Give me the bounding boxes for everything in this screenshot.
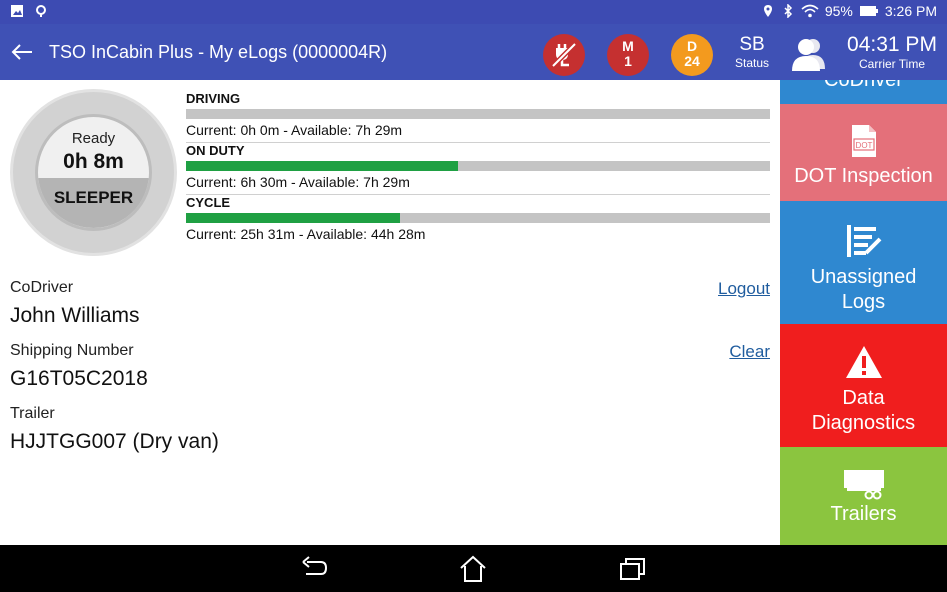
driver-avatar-icon[interactable] xyxy=(789,35,829,73)
app-screen: 95% 3:26 PM TSO InCabin Plus - My eLogs … xyxy=(0,0,947,592)
carrier-time: 04:31 PM Carrier Time xyxy=(840,33,944,71)
diagnostic-letter: D xyxy=(686,38,698,54)
dot-inspection-label: DOT Inspection xyxy=(794,165,933,187)
logout-link[interactable]: Logout xyxy=(718,279,770,299)
unassigned-logs-tile[interactable]: Unassigned Logs xyxy=(780,201,947,324)
codriver-field: CoDriver John Williams Logout xyxy=(10,279,770,328)
carrier-time-value: 04:31 PM xyxy=(847,33,937,56)
data-diagnostics-label-1: Data xyxy=(842,387,885,409)
clock-detail: Current: 0h 0m - Available: 7h 29m xyxy=(186,122,403,138)
data-diagnostics-label-2: Diagnostics xyxy=(811,412,916,434)
side-menu: CoDriver DOT DOT Inspection Unassigned L… xyxy=(780,80,947,545)
dial-status: SLEEPER xyxy=(38,178,149,228)
duty-status-value: SB xyxy=(739,34,765,55)
location-icon xyxy=(763,5,772,17)
carrier-time-label: Carrier Time xyxy=(858,57,925,71)
codriver-tile-label: CoDriver xyxy=(824,80,903,91)
battery-icon xyxy=(859,6,878,16)
diagnostic-badge[interactable]: D 24 xyxy=(671,34,713,76)
trailer-icon xyxy=(843,470,884,500)
shipping-number-value: G16T05C2018 xyxy=(10,367,148,390)
image-icon xyxy=(11,5,23,17)
nav-recent-apps-icon[interactable] xyxy=(617,555,647,583)
dial-face: Ready 0h 8m SLEEPER xyxy=(35,114,152,231)
malfunction-count: 1 xyxy=(624,53,632,69)
page-title: TSO InCabin Plus - My eLogs (0000004R) xyxy=(49,42,388,62)
duty-status-button[interactable]: SB Status xyxy=(733,34,771,70)
unassigned-logs-label-2: Logs xyxy=(841,291,886,313)
trailers-tile[interactable]: Trailers xyxy=(780,447,947,545)
dot-icon-text: DOT xyxy=(855,141,872,150)
dial-ready-label: Ready xyxy=(71,130,116,147)
clock-progress-bar xyxy=(186,161,770,171)
battery-percent: 95% xyxy=(824,3,853,19)
navigation-bar xyxy=(0,545,947,592)
trailer-field: Trailer HJJTGG007 (Dry van) xyxy=(10,405,770,454)
clock-on-duty: ON DUTY Current: 6h 30m - Available: 7h … xyxy=(186,143,770,195)
clock-title: DRIVING xyxy=(186,91,241,106)
connection-status-button[interactable] xyxy=(543,34,585,76)
malfunction-letter: M xyxy=(622,38,634,54)
hos-clocks: DRIVING Current: 0h 0m - Available: 7h 2… xyxy=(186,91,770,247)
clock-driving: DRIVING Current: 0h 0m - Available: 7h 2… xyxy=(186,91,770,143)
clock-progress-bar xyxy=(186,109,770,119)
back-arrow-icon[interactable] xyxy=(10,38,34,66)
clock-cycle: CYCLE Current: 25h 31m - Available: 44h … xyxy=(186,195,770,247)
app-bar: TSO InCabin Plus - My eLogs (0000004R) M… xyxy=(0,24,947,80)
dial-time: 0h 8m xyxy=(63,150,124,173)
wifi-icon xyxy=(801,4,819,18)
unassigned-logs-label-1: Unassigned xyxy=(810,266,917,288)
trailers-label: Trailers xyxy=(830,503,897,525)
codriver-value: John Williams xyxy=(10,304,140,327)
logs-list-icon xyxy=(846,225,881,257)
clock-detail: Current: 25h 31m - Available: 44h 28m xyxy=(186,226,426,242)
clock-time: 3:26 PM xyxy=(884,3,937,19)
location-pin-icon xyxy=(36,5,46,17)
clock-progress-fill xyxy=(186,161,458,171)
trailer-label: Trailer xyxy=(10,405,55,422)
malfunction-badge[interactable]: M 1 xyxy=(607,34,649,76)
dot-document-icon: DOT xyxy=(851,125,876,157)
data-diagnostics-tile[interactable]: Data Diagnostics xyxy=(780,324,947,447)
clock-progress-bar xyxy=(186,213,770,223)
duty-status-label: Status xyxy=(734,56,770,70)
duty-status-dial[interactable]: Ready 0h 8m SLEEPER xyxy=(10,89,177,256)
unplugged-icon xyxy=(551,42,577,68)
shipping-number-label: Shipping Number xyxy=(10,342,134,359)
diagnostic-count: 24 xyxy=(684,53,700,69)
dot-inspection-tile[interactable]: DOT DOT Inspection xyxy=(780,104,947,201)
clock-progress-fill xyxy=(186,213,400,223)
clock-title: ON DUTY xyxy=(186,143,245,158)
codriver-label: CoDriver xyxy=(10,279,74,296)
clock-title: CYCLE xyxy=(186,195,231,210)
warning-icon xyxy=(845,346,882,378)
shipping-number-field: Shipping Number G16T05C2018 Clear xyxy=(10,342,770,391)
bluetooth-icon xyxy=(784,4,792,18)
trailer-value: HJJTGG007 (Dry van) xyxy=(10,430,219,453)
nav-home-icon[interactable] xyxy=(458,555,488,583)
clock-detail: Current: 6h 30m - Available: 7h 29m xyxy=(186,174,410,190)
status-bar: 95% 3:26 PM xyxy=(0,0,947,24)
codriver-tile[interactable]: CoDriver xyxy=(780,80,947,104)
clear-link[interactable]: Clear xyxy=(729,342,770,362)
nav-back-icon[interactable] xyxy=(299,555,329,583)
